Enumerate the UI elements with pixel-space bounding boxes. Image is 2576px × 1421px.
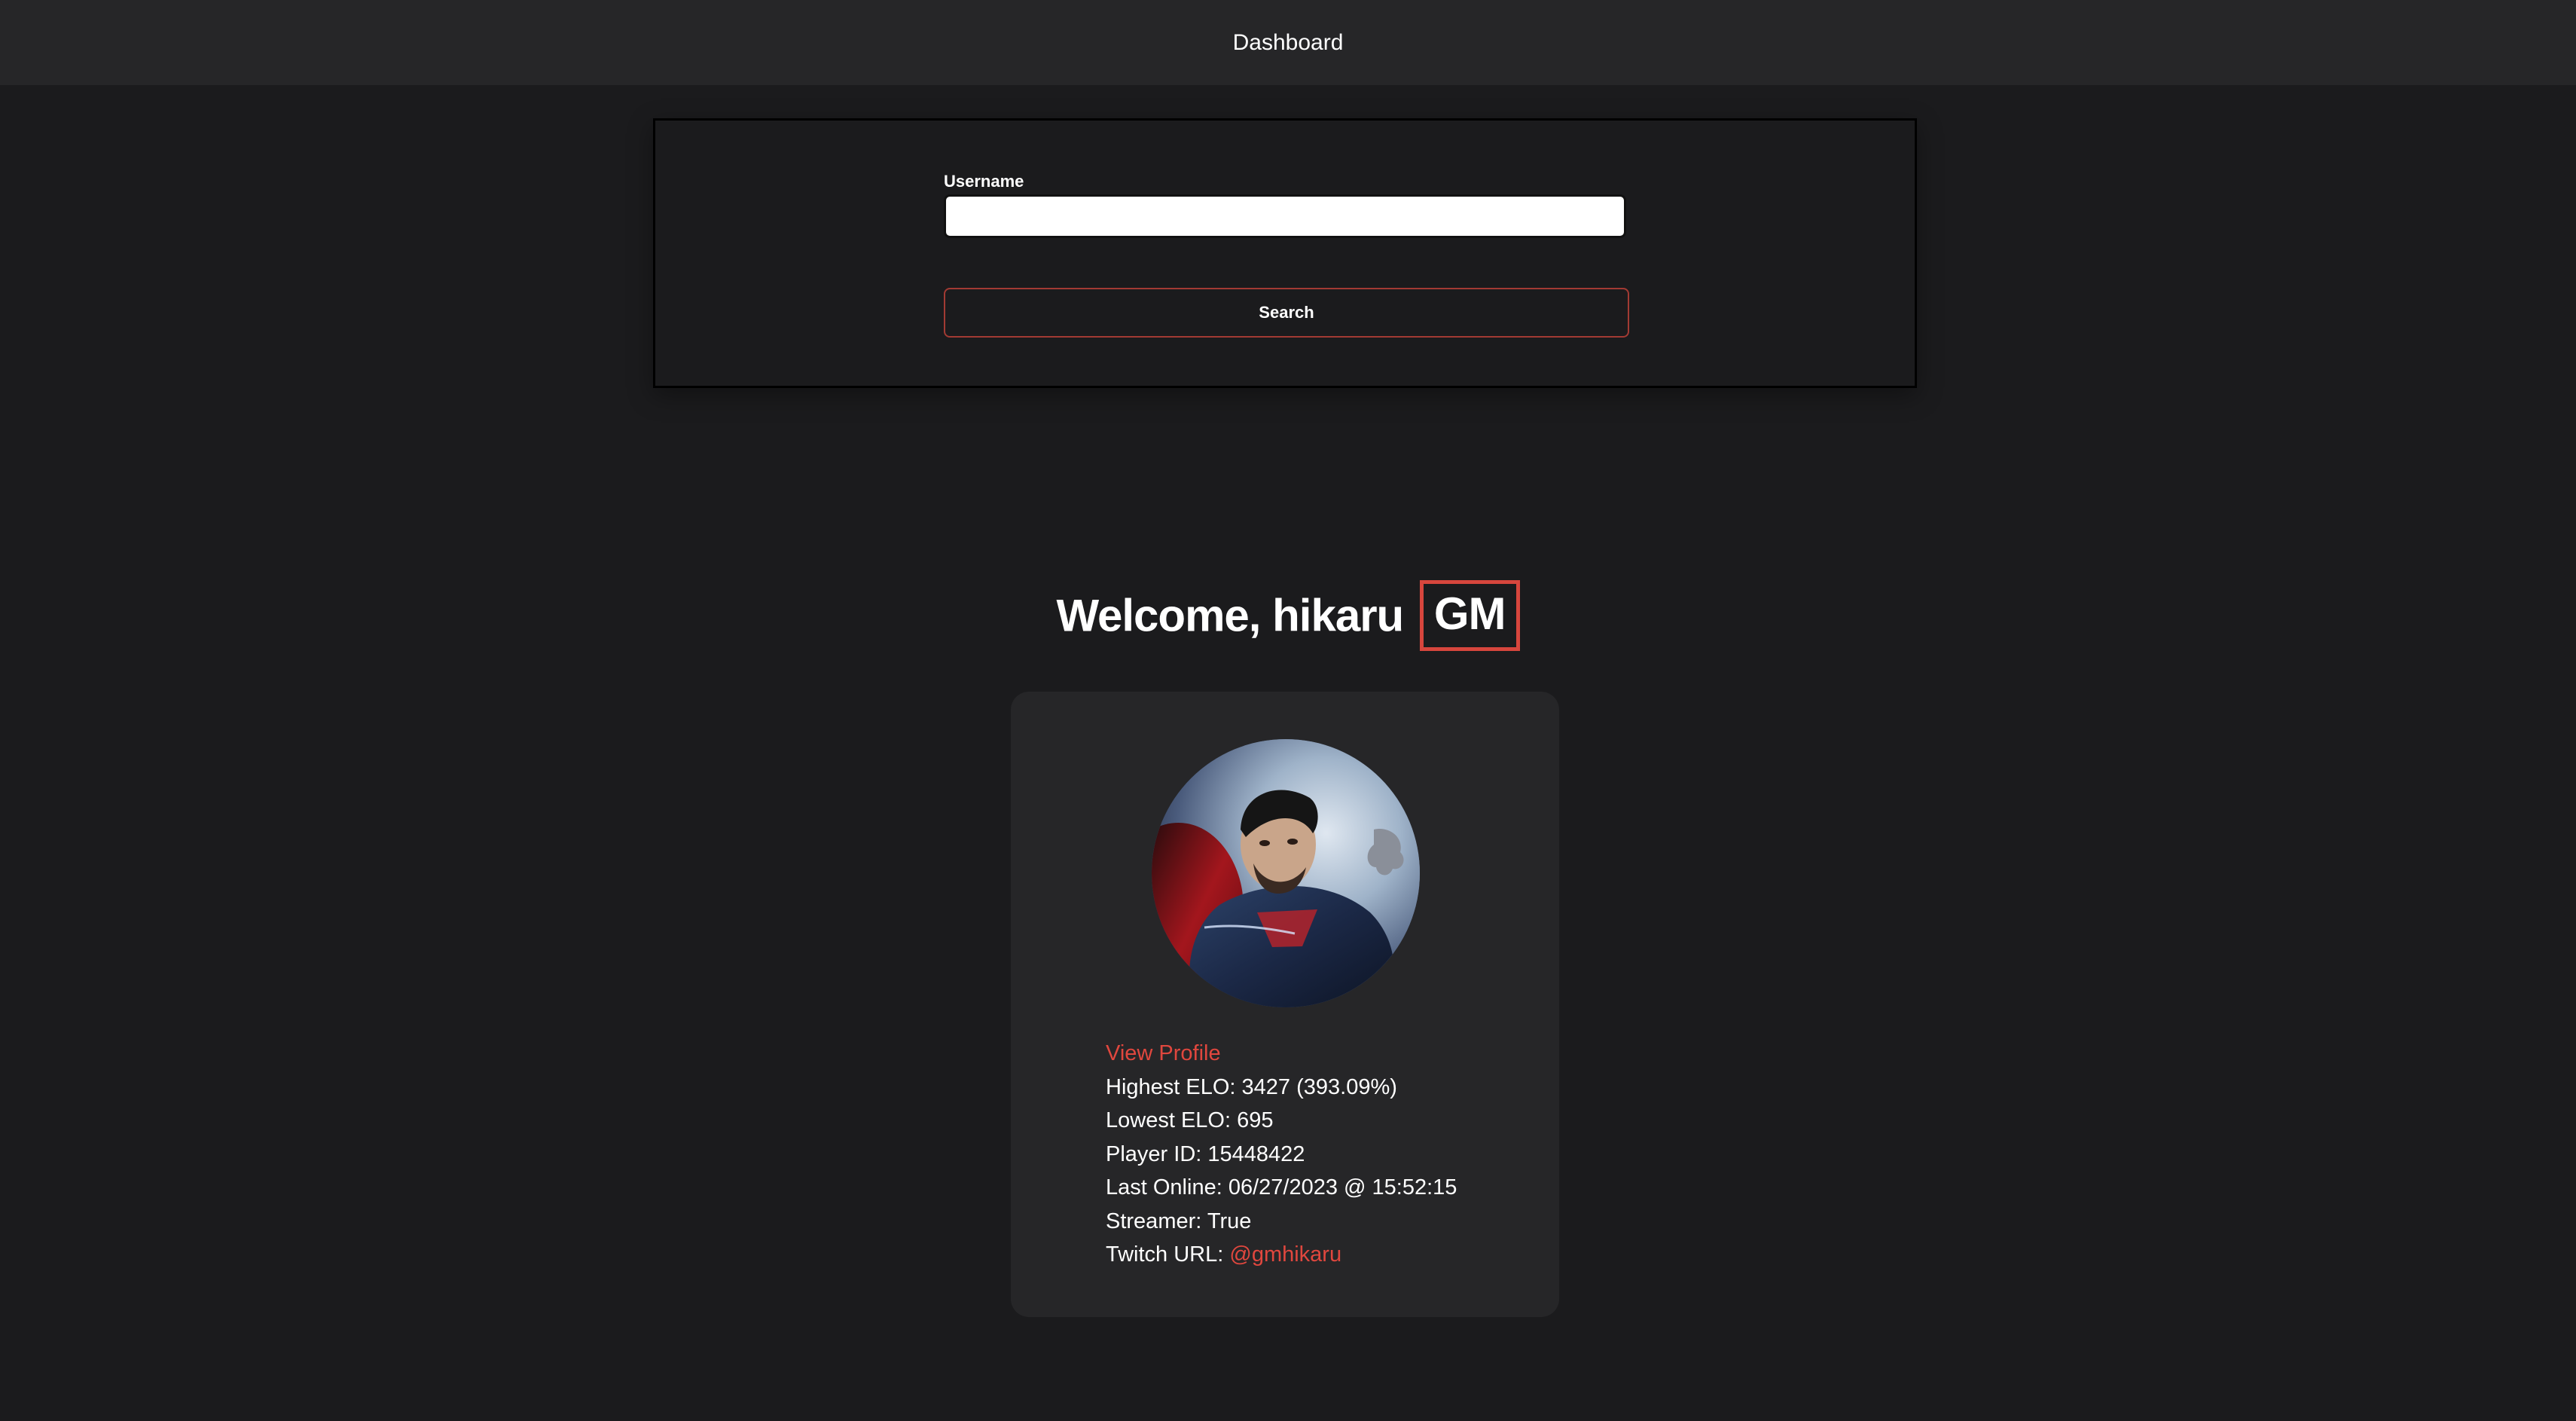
welcome-username: hikaru bbox=[1272, 590, 1404, 641]
profile-info: View Profile Highest ELO: 3427 (393.09%)… bbox=[1106, 1037, 1543, 1272]
welcome-heading: Welcome, hikaru GM bbox=[0, 580, 2576, 651]
page-title: Dashboard bbox=[1232, 29, 1344, 55]
streamer-status: Streamer: True bbox=[1106, 1209, 1252, 1233]
player-avatar-image bbox=[1152, 739, 1420, 1007]
welcome-greeting: Welcome, bbox=[1056, 590, 1261, 641]
avatar bbox=[1152, 739, 1420, 1007]
profile-card: View Profile Highest ELO: 3427 (393.09%)… bbox=[1011, 692, 1559, 1317]
chess-title-badge: GM bbox=[1419, 580, 1520, 651]
twitch-url-row: Twitch URL: @gmhikaru bbox=[1106, 1238, 1543, 1272]
twitch-url-link[interactable]: @gmhikaru bbox=[1229, 1242, 1341, 1267]
twitch-url-label: Twitch URL: bbox=[1106, 1242, 1230, 1267]
search-panel: Username Search bbox=[653, 118, 1917, 388]
lowest-elo: Lowest ELO: 695 bbox=[1106, 1108, 1274, 1132]
player-id: Player ID: 15448422 bbox=[1106, 1141, 1305, 1166]
highest-elo: Highest ELO: 3427 (393.09%) bbox=[1106, 1074, 1397, 1099]
view-profile-link[interactable]: View Profile bbox=[1106, 1041, 1221, 1065]
username-label: Username bbox=[944, 172, 1024, 191]
last-online: Last Online: 06/27/2023 @ 15:52:15 bbox=[1106, 1175, 1457, 1199]
username-input[interactable] bbox=[944, 194, 1626, 238]
search-button[interactable]: Search bbox=[944, 288, 1629, 338]
top-navigation-bar: Dashboard bbox=[0, 0, 2576, 85]
